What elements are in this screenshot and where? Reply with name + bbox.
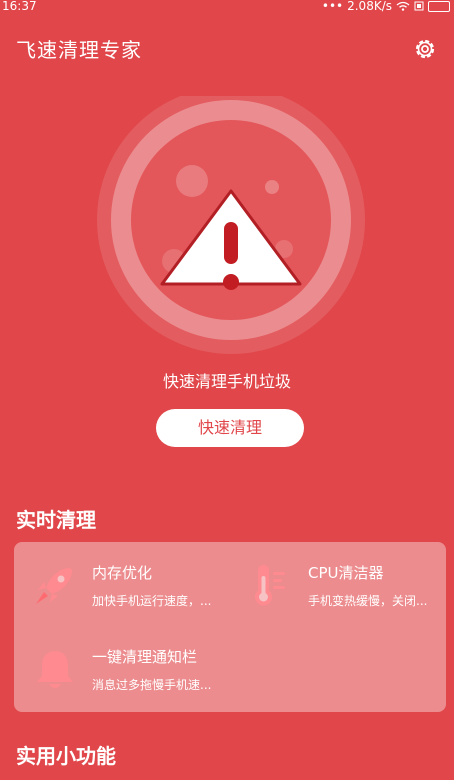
- feature-cpu-cleaner[interactable]: CPU清洁器 手机变热缓慢，关闭...: [250, 562, 446, 622]
- feature-desc: 手机变热缓慢，关闭...: [308, 594, 428, 608]
- bell-icon: [37, 651, 73, 688]
- section-title-realtime: 实时清理: [16, 508, 96, 532]
- thermometer-icon: [255, 565, 285, 606]
- realtime-card: 内存优化 加快手机运行速度，... CPU清洁器 手机变热缓慢，关闭... 一键…: [14, 542, 446, 712]
- feature-title: CPU清洁器: [308, 564, 384, 582]
- wifi-icon: [396, 1, 410, 11]
- status-time: 16:37: [2, 0, 37, 13]
- feature-title: 一键清理通知栏: [92, 648, 198, 666]
- feature-title: 内存优化: [92, 564, 153, 582]
- network-speed: 2.08K/s: [347, 0, 392, 13]
- feature-notification-clean[interactable]: 一键清理通知栏 消息过多拖慢手机速...: [32, 646, 252, 706]
- quick-clean-button[interactable]: 快速清理: [156, 409, 304, 447]
- gear-icon[interactable]: [412, 36, 438, 62]
- hero-caption: 快速清理手机垃圾: [162, 372, 291, 391]
- signal-dots: •••: [321, 0, 344, 13]
- rocket-icon: [36, 568, 72, 604]
- warning-triangle-icon: [97, 96, 365, 354]
- status-indicators: ••• 2.08K/s: [322, 0, 450, 12]
- sim-icon: [414, 1, 424, 11]
- feature-desc: 消息过多拖慢手机速...: [92, 678, 212, 692]
- feature-desc: 加快手机运行速度，...: [92, 594, 212, 608]
- battery-icon: [428, 0, 450, 12]
- status-bar: 16:37 ••• 2.08K/s: [0, 0, 454, 14]
- feature-memory-optimize[interactable]: 内存优化 加快手机运行速度，...: [32, 562, 232, 622]
- section-title-tools: 实用小功能: [16, 744, 116, 768]
- app-title: 飞速清理专家: [16, 38, 142, 62]
